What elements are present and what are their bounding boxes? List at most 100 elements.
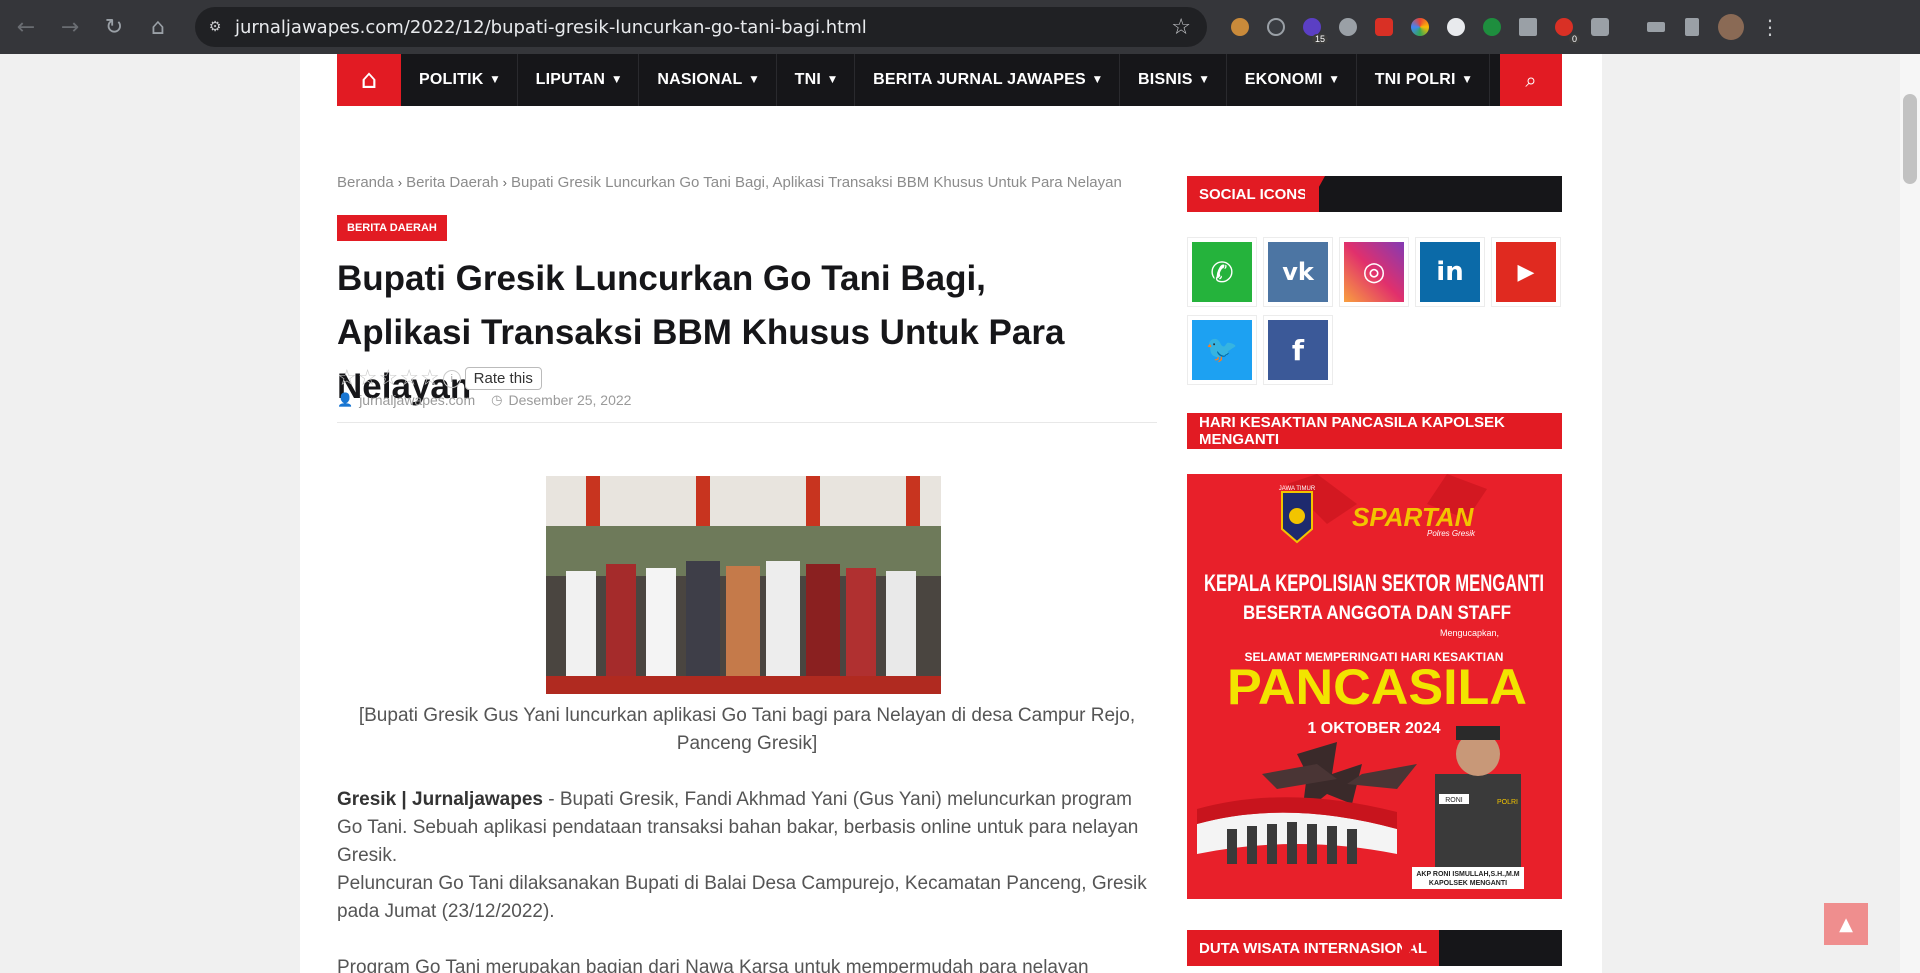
menu-item-bisnis[interactable]: BISNIS ▼ bbox=[1120, 54, 1227, 106]
menu-label: POLITIK bbox=[419, 71, 484, 88]
menu-label: NASIONAL bbox=[657, 71, 743, 88]
url-text[interactable]: jurnaljawapes.com/2022/12/bupati-gresik-… bbox=[235, 17, 867, 38]
chevron-right-icon: › bbox=[397, 175, 403, 190]
menu-label: LIPUTAN bbox=[535, 71, 606, 88]
back-to-top-button[interactable]: ▲ bbox=[1824, 903, 1868, 945]
caret-down-icon: ▼ bbox=[1330, 75, 1338, 85]
browser-toolbar: ← → ↻ ⌂ ⚙ jurnaljawapes.com/2022/12/bupa… bbox=[0, 0, 1920, 54]
vk-icon: vk bbox=[1268, 242, 1328, 302]
article-body: Gresik | Jurnaljawapes - Bupati Gresik, … bbox=[337, 786, 1157, 973]
info-icon[interactable]: i bbox=[442, 369, 461, 388]
bookmark-star-icon[interactable]: ☆ bbox=[1171, 15, 1191, 40]
breadcrumb: Beranda › Berita Daerah › Bupati Gresik Lunc… bbox=[337, 174, 1167, 191]
menu-item-tni-polri[interactable]: TNI POLRI ▼ bbox=[1357, 54, 1490, 106]
vk-button[interactable]: vk bbox=[1263, 237, 1333, 307]
vue-extension-icon[interactable] bbox=[1510, 10, 1546, 44]
instagram-icon: ◎ bbox=[1344, 242, 1404, 302]
banner-spartan-sub: Polres Gresik bbox=[1427, 529, 1476, 538]
extension-badge-icon[interactable]: 15 bbox=[1294, 10, 1330, 44]
eye-extension-icon[interactable] bbox=[1474, 10, 1510, 44]
instagram-button[interactable]: ◎ bbox=[1339, 237, 1409, 307]
banner-line5: PANCASILA bbox=[1227, 659, 1527, 715]
title-corner bbox=[1402, 930, 1422, 966]
record-extension-icon[interactable]: 0 bbox=[1546, 10, 1582, 44]
dateline: Gresik | Jurnaljawapes bbox=[337, 789, 543, 810]
cookie-extension-icon[interactable] bbox=[1222, 10, 1258, 44]
menu-item-ekonomi[interactable]: EKONOMI ▼ bbox=[1227, 54, 1357, 106]
article-photo[interactable] bbox=[546, 476, 941, 694]
group-photo-image bbox=[546, 476, 941, 694]
breadcrumb-current: Bupati Gresik Luncurkan Go Tani Bagi, Ap… bbox=[510, 174, 1122, 191]
page-scrollbar[interactable] bbox=[1900, 54, 1920, 973]
puzzle-extensions-icon[interactable] bbox=[1582, 10, 1618, 44]
author-name[interactable]: jurnaljawapes.com bbox=[359, 392, 475, 408]
menu-label: BERITA JURNAL JAWAPES bbox=[873, 71, 1086, 88]
menu-item-tni[interactable]: TNI ▼ bbox=[777, 54, 856, 106]
main-menu: ⌂ POLITIK ▼ LIPUTAN ▼ NASIONAL ▼ TNI ▼ BERIT… bbox=[337, 54, 1562, 106]
extensions-bar: 15 0 ⋮ bbox=[1222, 10, 1780, 44]
star-icon[interactable]: ☆ bbox=[378, 366, 398, 391]
react-extension-icon[interactable] bbox=[1258, 10, 1294, 44]
pancasila-banner[interactable]: JAWA TIMUR SPARTAN Polres Gresik KEPALA … bbox=[1187, 474, 1562, 899]
chevron-up-icon: ▲ bbox=[1839, 913, 1853, 935]
caret-down-icon: ▼ bbox=[1200, 75, 1208, 85]
star-icon[interactable]: ☆ bbox=[358, 366, 378, 391]
menu-label: TNI bbox=[794, 71, 821, 88]
content-wrapper: ⌂ POLITIK ▼ LIPUTAN ▼ NASIONAL ▼ TNI ▼ BERIT… bbox=[300, 54, 1602, 973]
title-corner bbox=[1305, 176, 1325, 212]
menu-item-politik[interactable]: POLITIK ▼ bbox=[401, 54, 518, 106]
facebook-button[interactable]: f bbox=[1263, 315, 1333, 385]
profile-avatar[interactable] bbox=[1718, 14, 1744, 40]
address-bar[interactable]: ⚙ jurnaljawapes.com/2022/12/bupati-gresi… bbox=[195, 7, 1207, 47]
photo-caption: [Bupati Gresik Gus Yani luncurkan aplika… bbox=[358, 705, 1136, 754]
circle-extension-icon[interactable] bbox=[1438, 10, 1474, 44]
shield-extension-icon[interactable] bbox=[1366, 10, 1402, 44]
rate-this-tooltip: Rate this bbox=[464, 367, 542, 390]
reload-icon[interactable]: ↻ bbox=[96, 9, 132, 45]
color-extension-icon[interactable] bbox=[1402, 10, 1438, 44]
facebook-icon: f bbox=[1268, 320, 1328, 380]
youtube-button[interactable]: ▶ bbox=[1491, 237, 1561, 307]
linkedin-icon: in bbox=[1420, 242, 1480, 302]
star-icon[interactable]: ☆ bbox=[337, 366, 357, 391]
duta-wisata-header: DUTA WISATA INTERNASIONAL bbox=[1187, 930, 1562, 966]
banner-spartan: SPARTAN bbox=[1352, 502, 1475, 532]
social-icons-header: SOCIAL ICONS bbox=[1187, 176, 1562, 212]
menu-label: TNI POLRI bbox=[1374, 71, 1456, 88]
meta-divider bbox=[337, 422, 1157, 423]
breadcrumb-home[interactable]: Beranda bbox=[337, 174, 394, 191]
menu-item-liputan[interactable]: LIPUTAN ▼ bbox=[518, 54, 640, 106]
back-icon[interactable]: ← bbox=[8, 9, 44, 45]
banner-line1: KEPALA KEPOLISIAN SEKTOR MENGANTI bbox=[1204, 570, 1544, 597]
scrollbar-thumb[interactable] bbox=[1903, 94, 1917, 184]
star-icon[interactable]: ☆ bbox=[399, 366, 419, 391]
category-badge[interactable]: BERITA DAERAH bbox=[337, 215, 447, 241]
twitter-button[interactable]: 🐦 bbox=[1187, 315, 1257, 385]
home-icon[interactable]: ⌂ bbox=[140, 9, 176, 45]
twitter-icon: 🐦 bbox=[1192, 320, 1252, 380]
star-rating: ☆ ☆ ☆ ☆ ☆ i Rate this bbox=[337, 366, 542, 391]
browser-menu-icon[interactable]: ⋮ bbox=[1760, 15, 1780, 39]
breadcrumb-category[interactable]: Berita Daerah bbox=[406, 174, 499, 191]
youtube-icon: ▶ bbox=[1496, 242, 1556, 302]
download-icon[interactable] bbox=[1674, 10, 1710, 44]
globe-extension-icon[interactable] bbox=[1330, 10, 1366, 44]
banner-line3: Mengucapkan, bbox=[1440, 628, 1499, 638]
whatsapp-button[interactable]: ✆ bbox=[1187, 237, 1257, 307]
banner-graphic: JAWA TIMUR SPARTAN Polres Gresik KEPALA … bbox=[1187, 474, 1562, 899]
forward-icon[interactable]: → bbox=[52, 9, 88, 45]
menu-item-berita-jurnal-jawapes[interactable]: BERITA JURNAL JAWAPES ▼ bbox=[855, 54, 1121, 106]
media-control-icon[interactable] bbox=[1638, 10, 1674, 44]
user-icon: 👤 bbox=[337, 392, 354, 408]
linkedin-button[interactable]: in bbox=[1415, 237, 1485, 307]
menu-home-icon[interactable]: ⌂ bbox=[337, 54, 401, 106]
paragraph: Gresik | Jurnaljawapes - Bupati Gresik, … bbox=[337, 786, 1157, 870]
search-icon[interactable]: ⌕ bbox=[1500, 54, 1562, 106]
menu-item-nasional[interactable]: NASIONAL ▼ bbox=[639, 54, 777, 106]
star-icon[interactable]: ☆ bbox=[420, 366, 440, 391]
caret-down-icon: ▼ bbox=[1093, 75, 1102, 85]
widget-title: SOCIAL ICONS bbox=[1187, 176, 1320, 212]
menu-label: BISNIS bbox=[1138, 71, 1193, 88]
site-info-icon[interactable]: ⚙ bbox=[195, 19, 235, 35]
banner-sign1: AKP RONI ISMULLAH,S.H.,M.M bbox=[1416, 871, 1519, 878]
